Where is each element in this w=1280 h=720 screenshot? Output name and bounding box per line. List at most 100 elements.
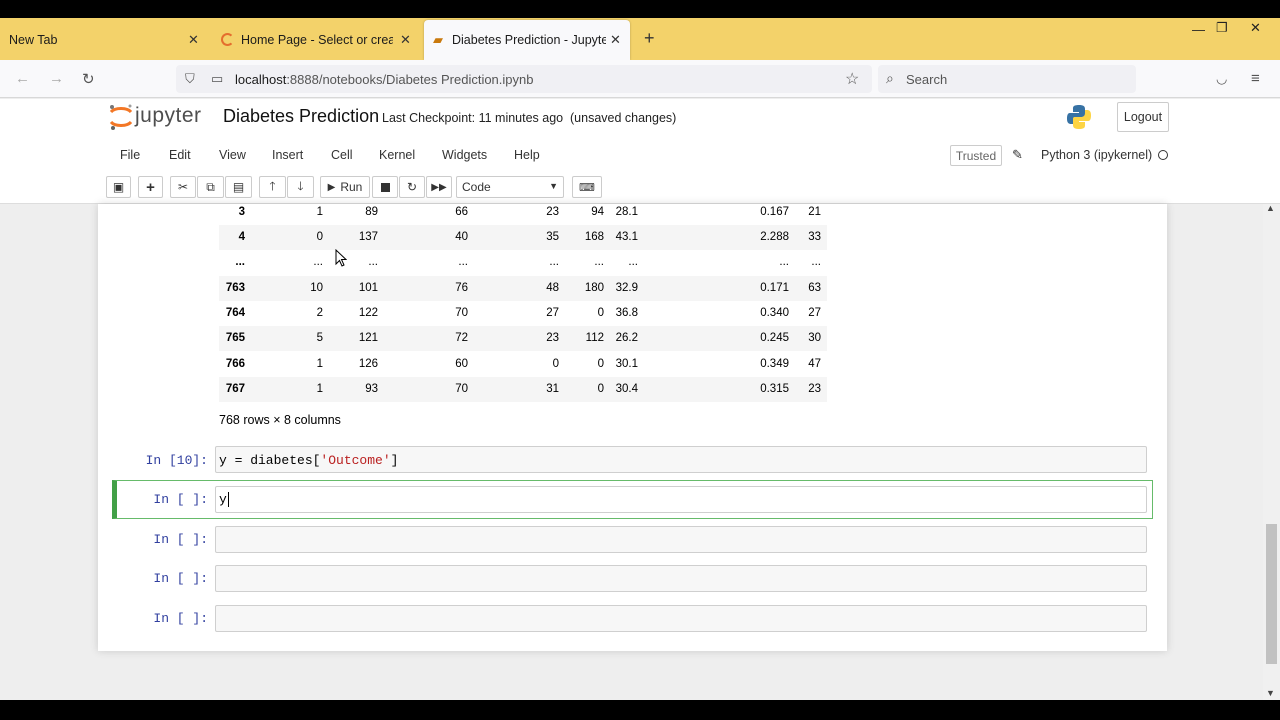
table-cell: 2.288: [760, 231, 789, 243]
table-cell: 94: [591, 206, 604, 218]
pocket-icon[interactable]: ◡: [1216, 71, 1227, 87]
table-cell: ...: [368, 256, 378, 268]
run-button[interactable]: ▶ Run: [320, 176, 370, 198]
menu-help[interactable]: Help: [514, 148, 540, 162]
move-up-button[interactable]: 🡑: [259, 176, 286, 198]
play-icon: ▶: [327, 181, 336, 193]
dataframe-row: 4 0 137 40 35 168 43.1 2.288 33: [219, 225, 827, 250]
table-cell: 2: [316, 307, 323, 319]
close-icon[interactable]: ✕: [400, 32, 411, 48]
close-icon[interactable]: ✕: [610, 32, 621, 48]
restart-button[interactable]: ↻: [399, 176, 425, 198]
scrollbar-thumb[interactable]: [1266, 524, 1277, 664]
code-cell-input[interactable]: [215, 605, 1147, 632]
table-cell: 10: [310, 282, 323, 294]
code-cell-input[interactable]: [215, 486, 1147, 513]
minimize-icon[interactable]: —: [1192, 22, 1205, 37]
back-arrow-icon[interactable]: ←: [15, 70, 30, 87]
arrow-up-icon: 🡑: [269, 178, 276, 193]
menu-file[interactable]: File: [120, 148, 140, 162]
table-cell: 0.167: [760, 206, 789, 218]
table-cell: 23: [546, 332, 559, 344]
table-cell: 0.171: [760, 282, 789, 294]
restart-icon: ↻: [406, 180, 418, 194]
cell-code: y = diabetes['Outcome']: [219, 453, 398, 468]
interrupt-button[interactable]: [372, 176, 398, 198]
tab-home-page[interactable]: Home Page - Select or create a ✕: [212, 20, 417, 60]
kernel-status-icon: [1158, 150, 1168, 160]
table-cell: ...: [811, 256, 821, 268]
close-icon[interactable]: ✕: [188, 32, 199, 48]
table-cell: 93: [365, 383, 378, 395]
menu-cell[interactable]: Cell: [331, 148, 353, 162]
table-cell: ...: [458, 256, 468, 268]
page-info-icon[interactable]: ▭: [211, 71, 223, 87]
text-cursor: [227, 492, 229, 508]
tab-new-tab[interactable]: New Tab ✕: [0, 20, 210, 60]
cell-prompt: In [ ]:: [153, 532, 208, 547]
edit-pencil-icon[interactable]: ✎: [1012, 147, 1023, 163]
row-index: 766: [225, 358, 245, 370]
restore-icon[interactable]: ❐: [1216, 20, 1228, 36]
table-cell: 168: [584, 231, 604, 243]
menu-insert[interactable]: Insert: [272, 148, 303, 162]
forward-arrow-icon[interactable]: →: [49, 70, 64, 87]
kernel-name[interactable]: Python 3 (ipykernel): [1041, 148, 1152, 162]
bookmark-star-icon[interactable]: ☆: [845, 69, 859, 89]
shield-icon[interactable]: ⛉: [185, 71, 195, 87]
tab-diabetes-prediction[interactable]: ▰ Diabetes Prediction - Jupyter N ✕: [424, 20, 630, 60]
table-cell: 60: [455, 358, 468, 370]
code-string: 'Outcome': [320, 453, 391, 468]
paste-button[interactable]: ▤: [225, 176, 252, 198]
menu-view[interactable]: View: [219, 148, 246, 162]
table-cell: ...: [628, 256, 638, 268]
code-cell-input[interactable]: [215, 565, 1147, 592]
save-button[interactable]: ▣: [106, 176, 131, 198]
table-cell: 0.315: [760, 383, 789, 395]
search-placeholder: Search: [906, 72, 948, 87]
table-cell: ...: [313, 256, 323, 268]
command-palette-button[interactable]: ⌨: [572, 176, 602, 198]
dataframe-row: 765 5 121 72 23 112 26.2 0.245 30: [219, 326, 827, 351]
menu-widgets[interactable]: Widgets: [442, 148, 487, 162]
table-cell: 23: [546, 206, 559, 218]
dataframe-row: ...........................: [219, 250, 827, 275]
table-cell: 5: [316, 332, 323, 344]
table-cell: ...: [549, 256, 559, 268]
code-cell-input[interactable]: [215, 526, 1147, 553]
table-cell: 30: [808, 332, 821, 344]
insert-cell-button[interactable]: +: [138, 176, 163, 198]
table-cell: ...: [594, 256, 604, 268]
move-down-button[interactable]: 🡓: [287, 176, 314, 198]
trusted-badge[interactable]: Trusted: [950, 145, 1002, 166]
window-close-icon[interactable]: ✕: [1250, 20, 1261, 36]
menu-edit[interactable]: Edit: [169, 148, 191, 162]
arrow-down-icon: 🡓: [297, 178, 304, 193]
logout-button[interactable]: Logout: [1117, 102, 1169, 132]
jupyter-logo-text[interactable]: jupyter: [135, 104, 202, 128]
scroll-down-icon[interactable]: ▼: [1266, 688, 1275, 698]
restart-run-all-button[interactable]: ▶▶: [426, 176, 452, 198]
cut-button[interactable]: ✂: [170, 176, 196, 198]
screen: New Tab ✕ Home Page - Select or create a…: [0, 0, 1280, 720]
hamburger-menu-icon[interactable]: ≡: [1251, 70, 1260, 87]
top-strip: [0, 0, 1280, 18]
cell-code: y: [219, 492, 229, 508]
notebook-title[interactable]: Diabetes Prediction: [223, 106, 379, 127]
notebook-favicon-icon: ▰: [433, 32, 443, 47]
save-status: (unsaved changes): [570, 111, 677, 125]
last-checkpoint: Last Checkpoint: 11 minutes ago: [382, 111, 564, 125]
scroll-up-icon[interactable]: ▲: [1266, 203, 1275, 213]
menu-kernel[interactable]: Kernel: [379, 148, 415, 162]
cell-type-select[interactable]: Code ▼: [456, 176, 564, 198]
jupyter-logo-icon[interactable]: [108, 103, 134, 131]
table-cell: 48: [546, 282, 559, 294]
scissors-icon: ✂: [177, 180, 189, 194]
reload-icon[interactable]: ↻: [82, 70, 95, 88]
new-tab-plus-icon[interactable]: +: [644, 28, 655, 49]
code-text: y = diabetes[: [219, 453, 321, 468]
table-cell: 0.245: [760, 332, 789, 344]
table-cell: 33: [808, 231, 821, 243]
table-cell: 21: [808, 206, 821, 218]
copy-button[interactable]: ⧉: [197, 176, 224, 198]
